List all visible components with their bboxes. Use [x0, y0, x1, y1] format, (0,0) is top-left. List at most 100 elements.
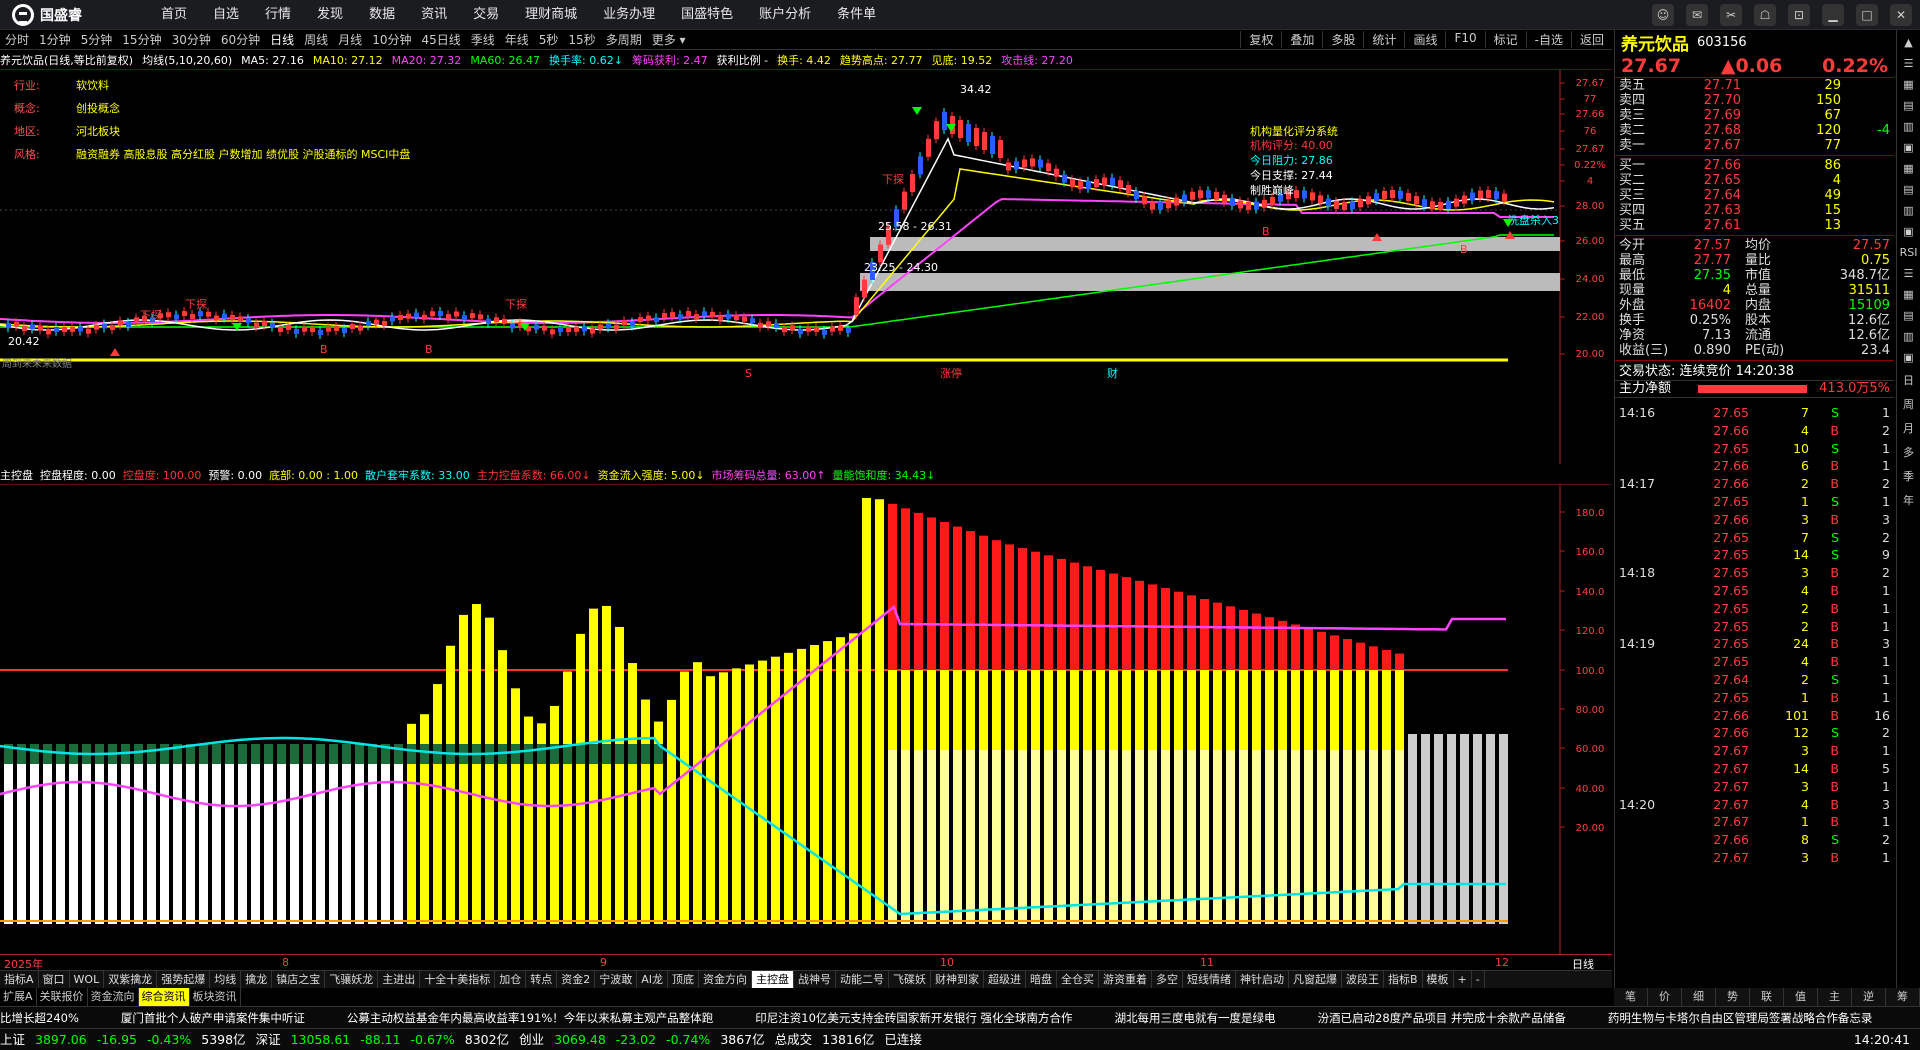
period-tab[interactable]: 15分钟 [117, 31, 166, 48]
period-tab[interactable]: 45日线 [416, 31, 465, 48]
indicator-tab[interactable]: 均线 [210, 971, 242, 988]
indicator-tab[interactable]: + [1454, 971, 1472, 988]
menu-item[interactable]: 理财商城 [512, 0, 590, 30]
sidebar-button[interactable]: ▲ [1904, 36, 1912, 49]
extension-tab[interactable]: 扩展A [0, 988, 37, 1006]
period-tab[interactable]: 15秒 [563, 31, 600, 48]
skin-icon[interactable]: ☖ [1754, 4, 1776, 26]
news-ticker[interactable]: 比增长超240% 厦门首批个人破产申请案件集中听证 公募主动权益基金年内最高收益率1… [0, 1006, 1920, 1028]
period-tab[interactable]: 30分钟 [167, 31, 216, 48]
indicator-tab[interactable]: 模板 [1423, 971, 1454, 988]
sidebar-button[interactable]: RSI [1900, 246, 1918, 259]
chart-tool-button[interactable]: 画线 [1404, 31, 1445, 48]
indicator-tab[interactable]: 飞骧妖龙 [325, 971, 379, 988]
indicator-tab[interactable]: 多空 [1152, 971, 1183, 988]
indicator-tab[interactable]: 加仓 [495, 971, 527, 988]
bid-row[interactable]: 买五 27.61 13 [1615, 218, 1894, 233]
news-item[interactable]: 厦门首批个人破产申请案件集中听证 [121, 1011, 305, 1025]
bid-row[interactable]: 买三 27.64 49 [1615, 188, 1894, 203]
indicator-tab[interactable]: 游资重着 [1099, 971, 1152, 988]
extension-tab[interactable]: 资金流向 [88, 988, 139, 1006]
tick-list[interactable]: 14:16 27.65 7 S 1 27.66 4 B 2 27.65 10 S 1 27.66 6 B 1 14… [1615, 404, 1894, 867]
menu-item[interactable]: 业务办理 [590, 0, 668, 30]
indicator-tab[interactable]: 主控盘 [751, 971, 794, 988]
period-tab[interactable]: 季线 [466, 31, 500, 48]
menu-item[interactable]: 国盛特色 [668, 0, 746, 30]
indicator-tab[interactable]: 顶底 [668, 971, 699, 988]
restore-icon[interactable]: ⊡ [1788, 4, 1810, 26]
indicator-tab[interactable]: - [1472, 971, 1485, 988]
period-tab[interactable]: 多周期 [601, 31, 647, 48]
indicator-tab[interactable]: 财神到家 [931, 971, 984, 988]
chart-tool-button[interactable]: -自选 [1525, 31, 1571, 48]
news-item[interactable]: 印尼注资10亿美元支持金砖国家新开发银行 强化全球南方合作 [755, 1011, 1072, 1025]
extension-tab[interactable]: 板块资讯 [190, 988, 241, 1006]
sidebar-button[interactable]: ▥ [1903, 120, 1913, 133]
quote-tab[interactable]: 联 [1750, 988, 1784, 1006]
sidebar-button[interactable]: ▦ [1903, 78, 1913, 91]
sidebar-button[interactable]: ▤ [1903, 309, 1913, 322]
period-tab[interactable]: 5分钟 [76, 31, 118, 48]
ask-row[interactable]: 卖五 27.71 29 [1615, 78, 1894, 93]
period-tab[interactable]: 更多 ▾ [647, 31, 691, 48]
period-tab[interactable]: 10分钟 [367, 31, 416, 48]
menu-item[interactable]: 条件单 [824, 0, 889, 30]
sidebar-button[interactable]: 年 [1903, 492, 1914, 508]
indicator-tab[interactable]: 凡窗起爆 [1289, 971, 1342, 988]
indicator-tab[interactable]: 指标A [0, 971, 39, 988]
mail-icon[interactable]: ✉ [1686, 4, 1708, 26]
extension-tab[interactable]: 综合资讯 [138, 988, 190, 1006]
chart-tool-button[interactable]: F10 [1445, 31, 1484, 48]
chart-tool-button[interactable]: 叠加 [1281, 31, 1322, 48]
menu-item[interactable]: 资讯 [408, 0, 460, 30]
extension-tab[interactable]: 关联报价 [37, 988, 88, 1006]
sidebar-button[interactable]: 多 [1903, 444, 1914, 460]
quote-tab[interactable]: 筹 [1886, 988, 1920, 1006]
indicator-tab[interactable]: 转点 [526, 971, 558, 988]
chart-tool-button[interactable]: 返回 [1570, 31, 1612, 48]
bid-row[interactable]: 买四 27.63 15 [1615, 203, 1894, 218]
quote-tab[interactable]: 主 [1818, 988, 1852, 1006]
quote-tab[interactable]: 笔 [1614, 988, 1648, 1006]
indicator-tab[interactable]: AI龙 [637, 971, 668, 988]
quote-tab[interactable]: 逆 [1852, 988, 1886, 1006]
period-tab[interactable]: 年线 [500, 31, 534, 48]
sidebar-button[interactable]: ▥ [1903, 330, 1913, 343]
news-item[interactable]: 湖北每用三度电就有一度是绿电 [1115, 1011, 1276, 1025]
indicator-tab[interactable]: 十全十美指标 [420, 971, 496, 988]
news-item[interactable]: 药明生物与卡塔尔自由区管理局签署战略合作备忘录 [1608, 1011, 1873, 1025]
menu-item[interactable]: 交易 [460, 0, 512, 30]
sidebar-button[interactable]: 日 [1903, 372, 1914, 388]
menu-item[interactable]: 自选 [200, 0, 252, 30]
menu-item[interactable]: 发现 [304, 0, 356, 30]
ask-row[interactable]: 卖一 27.67 77 [1615, 138, 1894, 153]
sidebar-button[interactable]: ▦ [1903, 288, 1913, 301]
sidebar-button[interactable]: ▤ [1903, 183, 1913, 196]
news-item[interactable]: 公募主动权益基金年内最高收益率191%！今年以来私募主观产品整体跑 [347, 1011, 713, 1025]
sidebar-button[interactable]: ☰ [1904, 267, 1914, 280]
period-tab[interactable]: 分时 [0, 31, 34, 48]
quote-tab[interactable]: 细 [1682, 988, 1716, 1006]
quote-tab[interactable]: 值 [1784, 988, 1818, 1006]
indicator-tab[interactable]: 短线情绪 [1183, 971, 1236, 988]
quote-tab[interactable]: 价 [1648, 988, 1682, 1006]
indicator-tab[interactable]: 指标B [1384, 971, 1423, 988]
indicator-tab[interactable]: 超级进 [984, 971, 1026, 988]
indicator-tab[interactable]: 暗盘 [1026, 971, 1057, 988]
bid-row[interactable]: 买二 27.65 4 [1615, 173, 1894, 188]
chart-tool-button[interactable]: 统计 [1363, 31, 1404, 48]
indicator-tab[interactable]: 镇店之宝 [272, 971, 326, 988]
menu-item[interactable]: 账户分析 [746, 0, 824, 30]
indicator-tab[interactable]: 资金2 [557, 971, 596, 988]
indicator-tab[interactable]: 战神号 [794, 971, 836, 988]
menu-item[interactable]: 首页 [148, 0, 200, 30]
news-item[interactable]: 比增长超240% [0, 1011, 79, 1025]
sidebar-button[interactable]: ▣ [1903, 351, 1913, 364]
indicator-tab[interactable]: 资金方向 [699, 971, 752, 988]
sidebar-button[interactable]: ▣ [1903, 225, 1913, 238]
indicator-tab[interactable]: 全仓买 [1057, 971, 1099, 988]
period-tab[interactable]: 5秒 [534, 31, 564, 48]
bid-row[interactable]: 买一 27.66 86 [1615, 158, 1894, 173]
ask-row[interactable]: 卖二 27.68 120 -4 [1615, 123, 1894, 138]
tools-icon[interactable]: ✂ [1720, 4, 1742, 26]
